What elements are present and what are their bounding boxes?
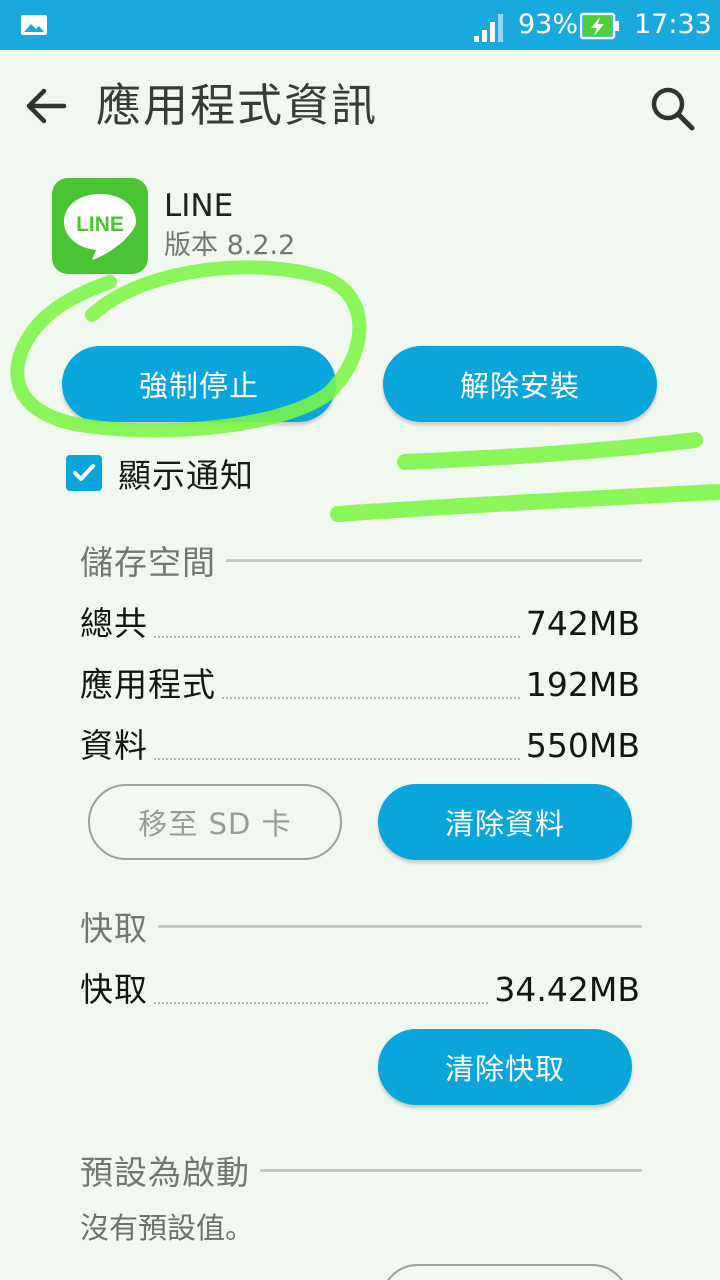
storage-section-header: 儲存空間 bbox=[80, 538, 642, 582]
section-divider bbox=[260, 1168, 642, 1172]
section-divider bbox=[226, 558, 642, 562]
checkmark-icon bbox=[73, 464, 95, 481]
line-bubble-icon: LINE bbox=[64, 194, 136, 260]
row-label: 應用程式 bbox=[80, 665, 216, 704]
show-notifications-label: 顯示通知 bbox=[118, 456, 254, 495]
gallery-icon bbox=[21, 15, 47, 35]
row-value: 742MB bbox=[525, 604, 640, 643]
no-defaults-text: 沒有預設值。 bbox=[80, 1211, 255, 1245]
storage-row-total: 總共 742MB bbox=[80, 598, 640, 646]
line-app-icon: LINE bbox=[52, 178, 148, 274]
back-button[interactable] bbox=[20, 80, 72, 132]
force-stop-button[interactable]: 強制停止 bbox=[62, 346, 336, 422]
row-label: 資料 bbox=[80, 726, 148, 765]
back-arrow-icon bbox=[26, 88, 67, 124]
search-button[interactable] bbox=[644, 80, 700, 136]
line-logo-text: LINE bbox=[76, 213, 124, 236]
annotation-stroke-upper bbox=[397, 432, 703, 470]
cache-section-header: 快取 bbox=[80, 904, 642, 948]
row-leader bbox=[154, 758, 520, 760]
uninstall-button[interactable]: 解除安裝 bbox=[383, 346, 657, 422]
storage-row-data: 資料 550MB bbox=[80, 720, 640, 768]
storage-row-app: 應用程式 192MB bbox=[80, 659, 640, 707]
app-bar: 應用程式資訊 bbox=[0, 50, 720, 162]
battery-percent: 93% bbox=[518, 9, 579, 40]
move-to-sd-button[interactable]: 移至 SD 卡 bbox=[88, 784, 342, 860]
row-value: 34.42MB bbox=[494, 970, 640, 1009]
section-title: 快取 bbox=[80, 909, 148, 948]
show-notifications-checkbox[interactable] bbox=[66, 455, 102, 491]
page-title: 應用程式資訊 bbox=[96, 79, 379, 132]
battery-charging-icon bbox=[580, 12, 619, 40]
clear-data-button[interactable]: 清除資料 bbox=[378, 784, 632, 860]
search-icon bbox=[651, 87, 695, 131]
section-divider bbox=[158, 924, 642, 928]
signal-icon bbox=[474, 14, 503, 42]
row-leader bbox=[154, 636, 520, 638]
app-version: 版本 8.2.2 bbox=[164, 230, 296, 261]
cache-row: 快取 34.42MB bbox=[80, 964, 640, 1012]
app-name: LINE bbox=[164, 188, 234, 224]
row-value: 550MB bbox=[525, 726, 640, 765]
launch-default-section-header: 預設為啟動 bbox=[80, 1148, 642, 1192]
section-title: 預設為啟動 bbox=[80, 1153, 250, 1192]
row-leader bbox=[154, 1002, 489, 1004]
clock: 17:33 bbox=[634, 9, 712, 40]
row-label: 快取 bbox=[80, 970, 148, 1009]
row-leader bbox=[222, 697, 520, 699]
section-title: 儲存空間 bbox=[80, 543, 216, 582]
clear-defaults-button[interactable] bbox=[380, 1264, 630, 1280]
show-notifications-row[interactable]: 顯示通知 bbox=[66, 448, 254, 498]
row-value: 192MB bbox=[525, 665, 640, 704]
status-bar: 93% 17:33 bbox=[0, 0, 720, 50]
annotation-stroke-lower bbox=[330, 484, 720, 522]
row-label: 總共 bbox=[80, 604, 148, 643]
clear-cache-button[interactable]: 清除快取 bbox=[378, 1029, 632, 1105]
